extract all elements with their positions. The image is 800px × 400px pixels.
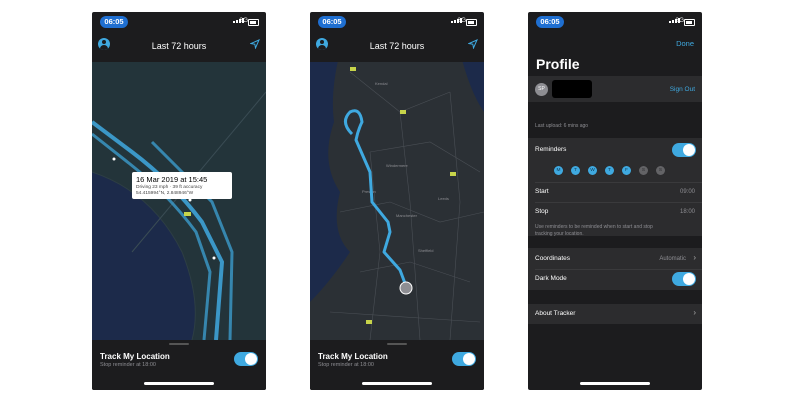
stop-value[interactable]: 18:00	[680, 209, 695, 215]
reminders-toggle[interactable]	[672, 143, 696, 157]
home-indicator	[144, 382, 214, 385]
reminders-label: Reminders	[535, 146, 567, 153]
road-sign	[400, 110, 406, 114]
divider	[535, 269, 702, 270]
dark-mode-toggle[interactable]	[672, 272, 696, 286]
location-arrow-icon[interactable]	[468, 39, 478, 49]
reminder-note-line: Use reminders to be reminded when to sta…	[535, 224, 653, 230]
track-toggle[interactable]	[234, 352, 258, 366]
battery-icon	[466, 19, 477, 26]
tooltip-detail: Driving 23 mph · 39 ft accuracy	[136, 185, 203, 190]
status-bar: 06:05 3G	[528, 12, 702, 32]
route-point	[112, 157, 116, 161]
start-value[interactable]: 09:00	[680, 189, 695, 195]
sign-out-button[interactable]: Sign Out	[670, 86, 695, 93]
day-toggle[interactable]: T	[605, 166, 614, 175]
drag-handle[interactable]	[387, 343, 407, 345]
track-title: Track My Location	[318, 352, 388, 361]
dark-mode-label: Dark Mode	[535, 275, 567, 282]
map-header: Last 72 hours	[92, 32, 266, 62]
status-time: 06:05	[100, 16, 128, 28]
chevron-right-icon: ›	[693, 253, 696, 262]
day-toggle[interactable]: M	[554, 166, 563, 175]
screen-overview-map: 06:05 3G Last 72 hours Kendal Windermere…	[310, 12, 484, 390]
route-point	[212, 256, 216, 260]
map-header: Last 72 hours	[310, 32, 484, 62]
road-sign	[366, 320, 372, 324]
network-label: 3G	[457, 17, 466, 24]
day-toggle[interactable]: T	[571, 166, 580, 175]
network-label: 3G	[239, 17, 248, 24]
day-toggle[interactable]: S	[639, 166, 648, 175]
road-sign	[450, 172, 456, 176]
track-panel: Track My Location Stop reminder at 18:00	[310, 340, 484, 390]
track-title: Track My Location	[100, 352, 170, 361]
day-toggle[interactable]: S	[656, 166, 665, 175]
network-label: 3G	[675, 17, 684, 24]
map-place-label: Leeds	[438, 196, 449, 201]
location-arrow-icon[interactable]	[250, 39, 260, 49]
settings-section: Coordinates Automatic › Dark Mode	[528, 248, 702, 290]
coordinates-label[interactable]: Coordinates	[535, 255, 570, 262]
current-location-marker	[399, 281, 413, 295]
map-place-label: Windermere	[386, 163, 409, 168]
tooltip-coords: 54.415994°N, 2.848946°W	[136, 191, 194, 196]
divider	[535, 202, 702, 203]
map-place-label: Preston	[362, 189, 376, 194]
reminder-note: Use reminders to be reminded when to sta…	[535, 224, 653, 238]
track-panel: Track My Location Stop reminder at 18:00	[92, 340, 266, 390]
home-indicator	[580, 382, 650, 385]
chevron-right-icon: ›	[693, 308, 696, 317]
battery-icon	[684, 19, 695, 26]
track-subtitle: Stop reminder at 18:00	[318, 362, 374, 368]
day-toggle[interactable]: W	[588, 166, 597, 175]
location-tooltip[interactable]: 16 Mar 2019 at 15:45 Driving 23 mph · 39…	[132, 172, 232, 199]
status-time: 06:05	[536, 16, 564, 28]
tooltip-title: 16 Mar 2019 at 15:45	[136, 175, 208, 184]
road-sign	[350, 67, 356, 71]
reminders-section: Reminders MTWTFSS Start 09:00 Stop 18:00	[528, 138, 702, 236]
map-place-label: Kendal	[375, 81, 388, 86]
about-row[interactable]: About Tracker ›	[528, 304, 702, 324]
stop-label: Stop	[535, 208, 549, 215]
avatar: SP	[535, 83, 548, 96]
account-row: SP Sign Out	[528, 76, 702, 102]
map-place-label: Manchester	[396, 213, 418, 218]
page-title: Profile	[536, 56, 580, 72]
home-indicator	[362, 382, 432, 385]
start-label: Start	[535, 188, 549, 195]
screen-profile: 06:05 3G Done Profile SP Sign Out Last u…	[528, 12, 702, 390]
map-view[interactable]: Kendal Windermere Preston Manchester Lee…	[310, 52, 484, 340]
map-header-title: Last 72 hours	[369, 41, 425, 51]
day-toggle[interactable]: F	[622, 166, 631, 175]
track-toggle[interactable]	[452, 352, 476, 366]
battery-icon	[248, 19, 259, 26]
status-bar: 06:05 3G	[310, 12, 484, 32]
road-sign	[184, 212, 191, 216]
reminder-note-line: tracking your location.	[535, 231, 584, 237]
status-bar: 06:05 3G	[92, 12, 266, 32]
track-subtitle: Stop reminder at 18:00	[100, 362, 156, 368]
last-upload-text: Last upload: 6 mins ago	[535, 123, 589, 129]
status-time: 06:05	[318, 16, 346, 28]
coordinates-value: Automatic	[659, 256, 686, 262]
redacted-name	[552, 80, 592, 98]
map-place-label: Sheffield	[418, 248, 434, 253]
screen-zoomed-map: 06:05 3G Last 72 hours 16 Mar 2019 at 15…	[92, 12, 266, 390]
about-label: About Tracker	[535, 310, 576, 317]
map-header-title: Last 72 hours	[151, 41, 207, 51]
drag-handle[interactable]	[169, 343, 189, 345]
divider	[535, 182, 702, 183]
done-button[interactable]: Done	[676, 39, 694, 48]
